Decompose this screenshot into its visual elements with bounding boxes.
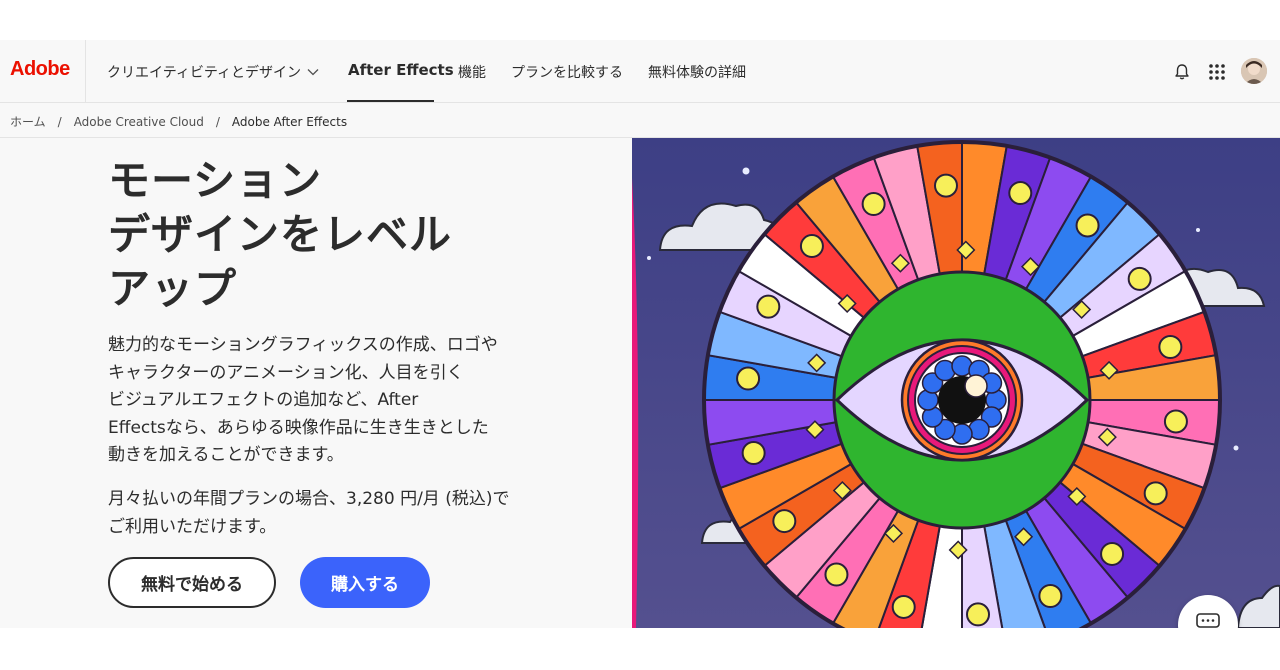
hero-description-line: 動きを加えることができます。 [108, 445, 344, 465]
hero-illustration [632, 138, 1280, 628]
nav-free-trial[interactable]: 無料体験の詳細 [648, 62, 746, 82]
apps-grid-icon[interactable] [1205, 60, 1229, 84]
user-avatar[interactable] [1241, 58, 1267, 84]
breadcrumb-current: Adobe After Effects [231, 114, 348, 129]
active-tab-underline [347, 100, 434, 102]
hero-title-line: デザインをレベル [108, 210, 453, 259]
hero-description-line: ビジュアルエフェクトの追加など、After [108, 390, 419, 410]
nav-features[interactable]: 機能 [458, 62, 486, 82]
nav-compare-plans[interactable]: プランを比較する [511, 62, 623, 82]
hero-price: 月々払いの年間プランの場合、3,280 円/月 (税込)で ご利用いただけます。 [108, 486, 548, 541]
page-frame: Adobe クリエイティビティとデザイン After Effects 機能 プラ… [0, 40, 1280, 628]
hero-description-line: キャラクターのアニメーション化、人目を引く [108, 362, 464, 383]
free-trial-button[interactable]: 無料で始める [108, 557, 276, 608]
creativity-design-menu[interactable]: クリエイティビティとデザイン [107, 62, 319, 82]
nav-divider [85, 40, 86, 103]
adobe-logo[interactable]: Adobe [10, 58, 70, 81]
breadcrumb-home[interactable]: ホーム [10, 113, 46, 130]
breadcrumb: ホーム / Adobe Creative Cloud / Adobe After… [10, 113, 347, 130]
hero-description-line: Effectsなら、あらゆる映像作品に生き生きとした [108, 417, 489, 438]
nav-after-effects[interactable]: After Effects [348, 61, 454, 79]
hero-title: モーション デザインをレベル アップ [108, 154, 528, 316]
hero-price-line: 月々払いの年間プランの場合、3,280 円/月 (税込)で [108, 489, 510, 509]
psychedelic-eye-illustration [632, 138, 1280, 628]
creativity-design-label: クリエイティビティとデザイン [107, 65, 302, 81]
breadcrumb-creative-cloud[interactable]: Adobe Creative Cloud [74, 115, 204, 129]
chat-icon [1196, 613, 1220, 628]
global-nav: Adobe クリエイティビティとデザイン After Effects 機能 プラ… [0, 40, 1280, 103]
buy-button[interactable]: 購入する [300, 557, 430, 608]
bell-icon[interactable] [1170, 60, 1194, 84]
hero-title-line: アップ [108, 264, 238, 313]
hero-title-line: モーション [108, 156, 323, 205]
breadcrumb-separator: / [57, 114, 62, 129]
chevron-down-icon [307, 64, 319, 80]
breadcrumb-separator: / [215, 114, 220, 129]
hero-description: 魅力的なモーショングラフィックスの作成、ロゴや キャラクターのアニメーション化、… [108, 332, 538, 470]
hero-description-line: 魅力的なモーショングラフィックスの作成、ロゴや [108, 335, 498, 355]
hero-price-line: ご利用いただけます。 [108, 516, 277, 537]
